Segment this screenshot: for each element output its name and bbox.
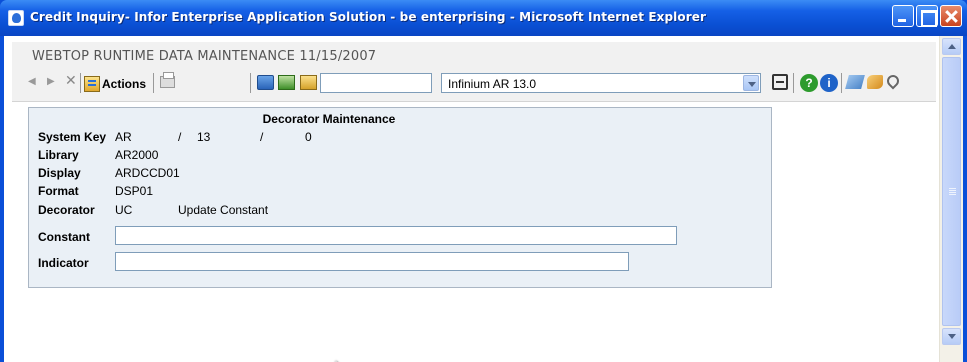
indicator-field[interactable] [115, 252, 629, 271]
print-icon[interactable] [160, 72, 175, 88]
ie-app-icon [8, 10, 24, 26]
copy-icon[interactable] [257, 75, 274, 90]
close-window-button[interactable] [940, 5, 962, 27]
toolbar-divider [841, 73, 842, 93]
system-key-part3: 0 [305, 130, 312, 144]
decorator-label: Decorator [38, 203, 95, 217]
library-label: Library [38, 148, 79, 162]
info-icon[interactable]: i [820, 74, 838, 92]
actions-button[interactable]: Actions [84, 74, 146, 94]
system-key-part2: 13 [197, 130, 211, 144]
mouse-cursor [330, 358, 348, 362]
translate-icon[interactable] [845, 75, 865, 89]
environment-select-value: Infinium AR 13.0 [448, 77, 537, 91]
new-folder-icon[interactable] [300, 75, 317, 90]
indicator-label: Indicator [38, 256, 89, 270]
constant-label: Constant [38, 230, 90, 244]
title-bar[interactable]: Credit Inquiry- Infor Enterprise Applica… [0, 0, 967, 36]
decorator-code: UC [115, 203, 133, 217]
help-icon[interactable]: ? [800, 74, 818, 92]
close-icon[interactable]: ✕ [65, 72, 77, 89]
constant-field[interactable] [115, 226, 677, 245]
format-label: Format [38, 184, 79, 198]
system-key-separator: / [178, 130, 182, 144]
system-key-label: System Key [38, 130, 107, 144]
back-icon[interactable]: ◀ [28, 76, 36, 87]
browser-window: Credit Inquiry- Infor Enterprise Applica… [0, 0, 967, 362]
toolbar-divider [153, 73, 154, 93]
decorator-description: Update Constant [178, 203, 269, 217]
scroll-thumb[interactable] [942, 57, 961, 326]
minimize-button[interactable] [892, 5, 914, 27]
scroll-up-button[interactable] [942, 38, 961, 55]
page-title: WEBTOP RUNTIME DATA MAINTENANCE 11/15/20… [32, 49, 377, 64]
forward-icon[interactable]: ▶ [47, 76, 55, 87]
search-input[interactable] [320, 73, 432, 93]
vertical-scrollbar[interactable] [939, 36, 963, 362]
display-label: Display [38, 166, 81, 180]
environment-select[interactable]: Infinium AR 13.0 [441, 73, 761, 93]
system-key-part1: AR [115, 130, 132, 144]
exit-icon[interactable] [772, 74, 788, 90]
actions-icon [84, 76, 100, 92]
decorator-maintenance-panel: Decorator Maintenance System Key AR / 13… [28, 107, 772, 288]
library-value: AR2000 [115, 148, 159, 162]
system-key-separator: / [260, 130, 264, 144]
app-header: WEBTOP RUNTIME DATA MAINTENANCE 11/15/20… [12, 42, 936, 102]
toolbar-divider [250, 73, 251, 93]
actions-label: Actions [102, 77, 147, 91]
window-title: Credit Inquiry- Infor Enterprise Applica… [30, 10, 706, 24]
page-content: WEBTOP RUNTIME DATA MAINTENANCE 11/15/20… [4, 36, 939, 362]
attach-icon[interactable] [884, 72, 902, 90]
chevron-down-icon[interactable] [743, 75, 759, 91]
highlight-icon[interactable] [867, 75, 883, 89]
maximize-button[interactable] [916, 5, 938, 27]
toolbar: ◀ ▶ ✕ Actions Infinium AR 13.0 ? i [12, 70, 936, 98]
toolbar-divider [80, 73, 81, 93]
send-mail-icon[interactable] [278, 75, 295, 90]
display-value: ARDCCD01 [115, 166, 180, 180]
format-value: DSP01 [115, 184, 154, 198]
scroll-down-button[interactable] [942, 328, 961, 345]
toolbar-divider [793, 73, 794, 93]
panel-title: Decorator Maintenance [262, 112, 396, 126]
